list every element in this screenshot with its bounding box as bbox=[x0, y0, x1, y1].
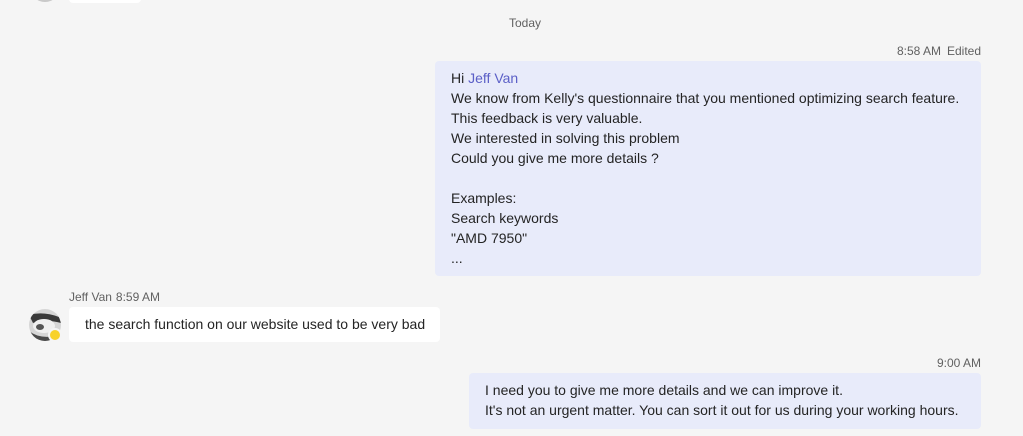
message-line: I need you to give me more details and w… bbox=[485, 382, 843, 398]
message-line: "AMD 7950" bbox=[451, 230, 528, 246]
day-divider: Today bbox=[508, 16, 542, 30]
message-time: 9:00 AM bbox=[936, 356, 981, 370]
message-line: Search keywords bbox=[451, 210, 559, 226]
message-line: Hi Jeff Van bbox=[451, 68, 961, 88]
message-line: ... bbox=[451, 250, 463, 266]
message-bubble[interactable] bbox=[69, 0, 141, 3]
edited-label: Edited bbox=[946, 44, 981, 58]
message-line: This feedback is very valuable. bbox=[451, 110, 643, 126]
message-line bbox=[451, 168, 961, 188]
message-line: Could you give me more details ? bbox=[451, 150, 659, 166]
message-time: 8:58 AM bbox=[896, 44, 941, 58]
chat-thread: Today 8:58 AM Edited Hi Jeff Van We know … bbox=[0, 0, 1023, 436]
message-text: the search function on our website used … bbox=[85, 316, 426, 332]
message-meta: 8:58 AM Edited bbox=[897, 44, 981, 58]
message-meta: Jeff Van 8:59 AM bbox=[69, 290, 160, 304]
message-line: Examples: bbox=[451, 190, 517, 206]
other-message-bubble[interactable]: the search function on our website used … bbox=[69, 307, 441, 342]
avatar[interactable] bbox=[29, 309, 62, 342]
my-message-bubble[interactable]: I need you to give me more details and w… bbox=[469, 373, 981, 429]
avatar[interactable] bbox=[30, 0, 60, 2]
message-line: It's not an urgent matter. You can sort … bbox=[485, 402, 959, 418]
sender-name[interactable]: Jeff Van bbox=[69, 290, 112, 304]
greeting-text: Hi bbox=[451, 70, 469, 86]
mention-jeff-van[interactable]: Jeff Van bbox=[468, 70, 518, 86]
presence-away-icon bbox=[48, 328, 62, 342]
message-line: We interested in solving this problem bbox=[451, 130, 680, 146]
message-meta: 9:00 AM bbox=[937, 356, 981, 370]
message-line: We know from Kelly's questionnaire that … bbox=[451, 90, 960, 106]
my-message-bubble[interactable]: Hi Jeff Van We know from Kelly's questio… bbox=[435, 61, 981, 276]
message-time: 8:59 AM bbox=[115, 290, 160, 304]
